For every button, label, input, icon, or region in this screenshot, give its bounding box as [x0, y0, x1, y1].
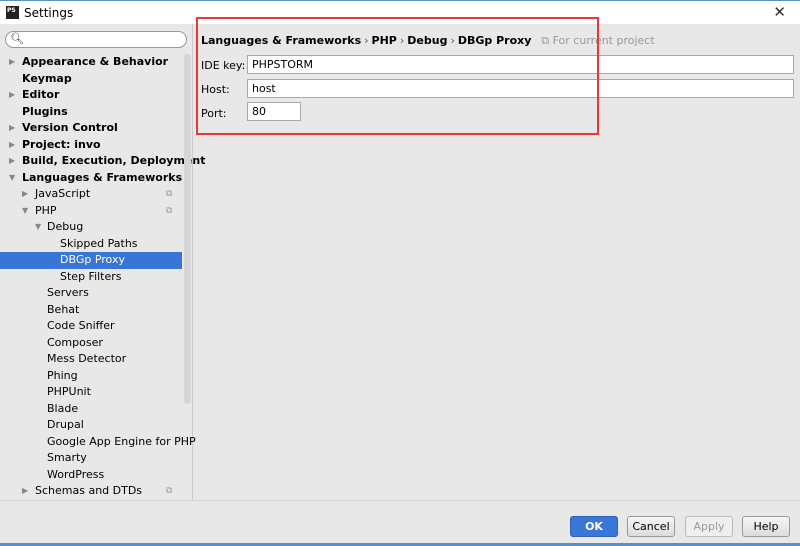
tree-item-label: Project: invo: [22, 137, 101, 151]
chevron-down-icon[interactable]: ▼: [22, 203, 28, 220]
tree-item[interactable]: Code Sniffer: [0, 318, 182, 335]
tree-item-label: Build, Execution, Deployment: [22, 154, 206, 167]
chevron-right-icon[interactable]: ▶: [9, 137, 15, 154]
tree-item[interactable]: Servers: [0, 285, 182, 302]
tree-item[interactable]: ▼ Debug: [0, 219, 182, 236]
tree-item-label: DBGp Proxy: [60, 253, 125, 266]
app-logo-icon: PS: [6, 6, 19, 19]
tree-item-label: Mess Detector: [47, 352, 127, 365]
tree-item[interactable]: PHPUnit: [0, 384, 182, 401]
tree-item[interactable]: Drupal: [0, 417, 182, 434]
tree-item-label: Editor: [22, 88, 60, 101]
help-button[interactable]: Help: [742, 516, 790, 537]
tree-item[interactable]: ▶ Schemas and DTDs ⧉: [0, 483, 182, 500]
tree-item-label: Blade: [47, 401, 79, 415]
chevron-right-icon[interactable]: ▶: [9, 54, 15, 71]
tree-item-label: Plugins: [22, 104, 68, 118]
search-icon: 🔍︎: [10, 32, 24, 45]
tree-item[interactable]: Step Filters: [0, 269, 182, 286]
tree-item[interactable]: Blade: [0, 401, 182, 418]
tree-item[interactable]: Google App Engine for PHP: [0, 434, 196, 451]
tree-item[interactable]: ▼ PHP ⧉: [0, 203, 182, 220]
tree-item[interactable]: Smarty: [0, 450, 182, 467]
tree-item[interactable]: DBGp Proxy: [0, 252, 182, 269]
tree-item[interactable]: Keymap: [0, 71, 182, 88]
tree-item-label: Schemas and DTDs: [35, 484, 143, 497]
highlight-box: [196, 17, 599, 135]
tree-item[interactable]: Phing: [0, 368, 182, 385]
tree-item-label: Code Sniffer: [47, 319, 115, 332]
sidebar: 🔍︎ ▶ Appearance & Behavior Keymap ▶ Editor Pl…: [0, 24, 205, 500]
tree-item-label: Keymap: [22, 71, 72, 85]
tree-item-label: Google App Engine for PHP: [47, 434, 196, 448]
chevron-down-icon[interactable]: ▼: [9, 170, 15, 187]
chevron-right-icon[interactable]: ▶: [9, 120, 15, 137]
tree-item-label: WordPress: [47, 467, 105, 481]
settings-tree: ▶ Appearance & Behavior Keymap ▶ Editor Plugi…: [0, 54, 205, 500]
tree-item-label: Composer: [47, 335, 103, 349]
project-icon: ⧉: [166, 189, 173, 199]
tree-item[interactable]: Behat: [0, 302, 182, 319]
tree-item[interactable]: Composer: [0, 335, 182, 352]
window-title: Settings: [24, 6, 74, 20]
tree-item-label: Version Control: [22, 121, 118, 134]
chevron-right-icon[interactable]: ▶: [9, 153, 15, 170]
tree-item[interactable]: Mess Detector: [0, 351, 182, 368]
project-icon: ⧉: [166, 205, 173, 216]
tree-item[interactable]: ▶ JavaScript ⧉: [0, 186, 182, 203]
chevron-down-icon[interactable]: ▼: [35, 219, 41, 236]
chevron-right-icon[interactable]: ▶: [22, 483, 28, 500]
tree-item-label: PHPUnit: [47, 385, 91, 398]
apply-button[interactable]: Apply: [685, 516, 733, 537]
tree-item-label: Skipped Paths: [60, 236, 138, 250]
tree-item-label: Drupal: [47, 418, 84, 431]
project-icon: ⧉: [166, 486, 173, 496]
tree-item[interactable]: ▶ Project: invo: [0, 137, 182, 154]
tree-item-label: Languages & Frameworks: [22, 170, 183, 184]
tree-item[interactable]: ▼ Languages & Frameworks: [0, 170, 182, 187]
tree-item[interactable]: Skipped Paths: [0, 236, 182, 253]
tree-item-label: Step Filters: [60, 269, 122, 283]
tree-item[interactable]: ▶ Editor: [0, 87, 182, 104]
tree-item-label: JavaScript: [35, 187, 91, 200]
search-input[interactable]: 🔍︎: [5, 31, 187, 48]
tree-item-label: Behat: [47, 302, 80, 316]
tree-item-label: PHP: [35, 203, 57, 217]
chevron-right-icon[interactable]: ▶: [9, 87, 15, 104]
tree-item[interactable]: Plugins: [0, 104, 182, 121]
ok-button[interactable]: OK: [570, 516, 618, 537]
tree-item-label: Debug: [47, 220, 84, 233]
tree-item[interactable]: ▶ Build, Execution, Deployment: [0, 153, 205, 170]
tree-item[interactable]: ▶ Appearance & Behavior: [0, 54, 182, 71]
tree-item-label: Smarty: [47, 451, 87, 464]
cancel-button[interactable]: Cancel: [627, 516, 675, 537]
tree-item-label: Servers: [47, 286, 89, 299]
tree-item-label: Appearance & Behavior: [22, 55, 169, 68]
tree-item[interactable]: ▶ Version Control: [0, 120, 182, 137]
chevron-right-icon[interactable]: ▶: [22, 186, 28, 203]
close-icon[interactable]: ✕: [773, 3, 786, 21]
tree-item-label: Phing: [47, 368, 78, 382]
tree-item[interactable]: WordPress: [0, 467, 182, 484]
scrollbar[interactable]: [184, 54, 191, 404]
dialog-footer: OK Cancel Apply Help: [0, 500, 800, 543]
